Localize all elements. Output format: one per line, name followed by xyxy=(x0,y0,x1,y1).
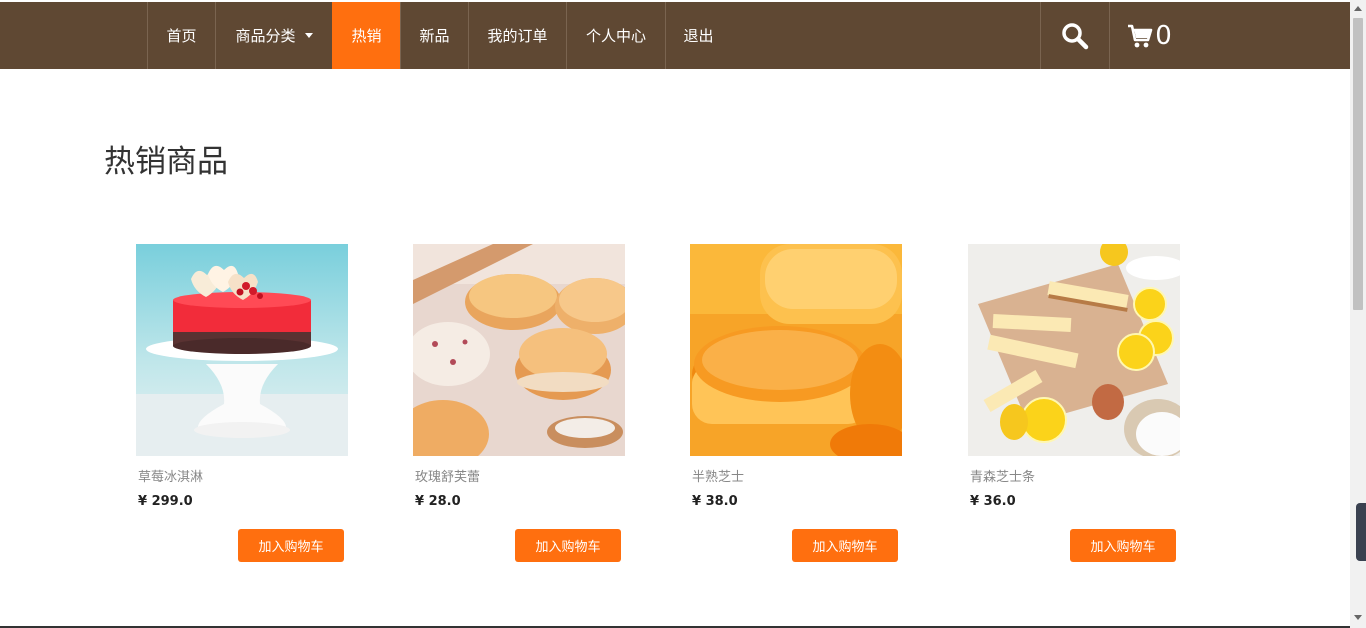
nav-logout-label: 退出 xyxy=(683,27,714,45)
scroll-down-arrow-icon[interactable] xyxy=(1354,615,1362,620)
nav-profile-label: 个人中心 xyxy=(585,27,646,45)
add-to-cart-button[interactable]: 加入购物车 xyxy=(238,529,344,562)
product-name[interactable]: 草莓冰淇淋 xyxy=(138,466,348,485)
add-to-cart-button[interactable]: 加入购物车 xyxy=(1070,529,1176,562)
cart-count: 0 xyxy=(1155,20,1172,51)
nav-category-dropdown[interactable]: 商品分类 xyxy=(215,2,332,69)
product-card: 草莓冰淇淋 ¥ 299.0 加入购物车 xyxy=(136,244,348,562)
cart-button[interactable]: 0 xyxy=(1109,2,1189,69)
page: 首页 商品分类 热销 新品 我的订单 个人中心 退出 0 热销商品 草莓冰淇淋 … xyxy=(0,0,1366,628)
nav-profile[interactable]: 个人中心 xyxy=(566,2,665,69)
page-title: 热销商品 xyxy=(104,144,228,180)
nav-new-label: 新品 xyxy=(419,27,450,45)
scroll-up-arrow-icon[interactable] xyxy=(1354,6,1362,11)
add-to-cart-button[interactable]: 加入购物车 xyxy=(515,529,621,562)
nav-category-label: 商品分类 xyxy=(235,27,296,45)
product-card: 青森芝士条 ¥ 36.0 加入购物车 xyxy=(968,244,1180,562)
side-floating-widget[interactable] xyxy=(1356,503,1366,561)
nav-new[interactable]: 新品 xyxy=(400,2,468,69)
search-icon xyxy=(1061,22,1088,49)
nav-home-label: 首页 xyxy=(166,27,197,45)
product-name[interactable]: 玫瑰舒芙蕾 xyxy=(415,466,625,485)
top-navbar: 首页 商品分类 热销 新品 我的订单 个人中心 退出 0 xyxy=(0,2,1350,69)
product-price: ¥ 299.0 xyxy=(138,494,193,509)
product-image-cheese-bars[interactable] xyxy=(968,244,1180,456)
product-price: ¥ 36.0 xyxy=(970,494,1016,509)
product-price: ¥ 28.0 xyxy=(415,494,461,509)
nav-my-orders[interactable]: 我的订单 xyxy=(468,2,566,69)
product-price: ¥ 38.0 xyxy=(692,494,738,509)
product-card: 玫瑰舒芙蕾 ¥ 28.0 加入购物车 xyxy=(413,244,625,562)
scrollbar-thumb[interactable] xyxy=(1353,18,1363,310)
product-image-half-baked-cheese[interactable] xyxy=(690,244,902,456)
product-card: 半熟芝士 ¥ 38.0 加入购物车 xyxy=(690,244,902,562)
nav-hot[interactable]: 热销 xyxy=(332,2,400,69)
nav-hot-label: 热销 xyxy=(351,27,382,45)
product-image-strawberry-ice-cream-cake[interactable] xyxy=(136,244,348,456)
product-name[interactable]: 半熟芝士 xyxy=(692,466,902,485)
nav-home[interactable]: 首页 xyxy=(147,2,215,69)
add-to-cart-button[interactable]: 加入购物车 xyxy=(792,529,898,562)
caret-down-icon xyxy=(304,33,313,38)
search-button[interactable] xyxy=(1040,2,1108,69)
nav-my-orders-label: 我的订单 xyxy=(487,27,548,45)
nav-logout[interactable]: 退出 xyxy=(665,2,731,69)
cart-icon xyxy=(1128,24,1153,47)
product-image-rose-souffle[interactable] xyxy=(413,244,625,456)
product-name[interactable]: 青森芝士条 xyxy=(970,466,1180,485)
